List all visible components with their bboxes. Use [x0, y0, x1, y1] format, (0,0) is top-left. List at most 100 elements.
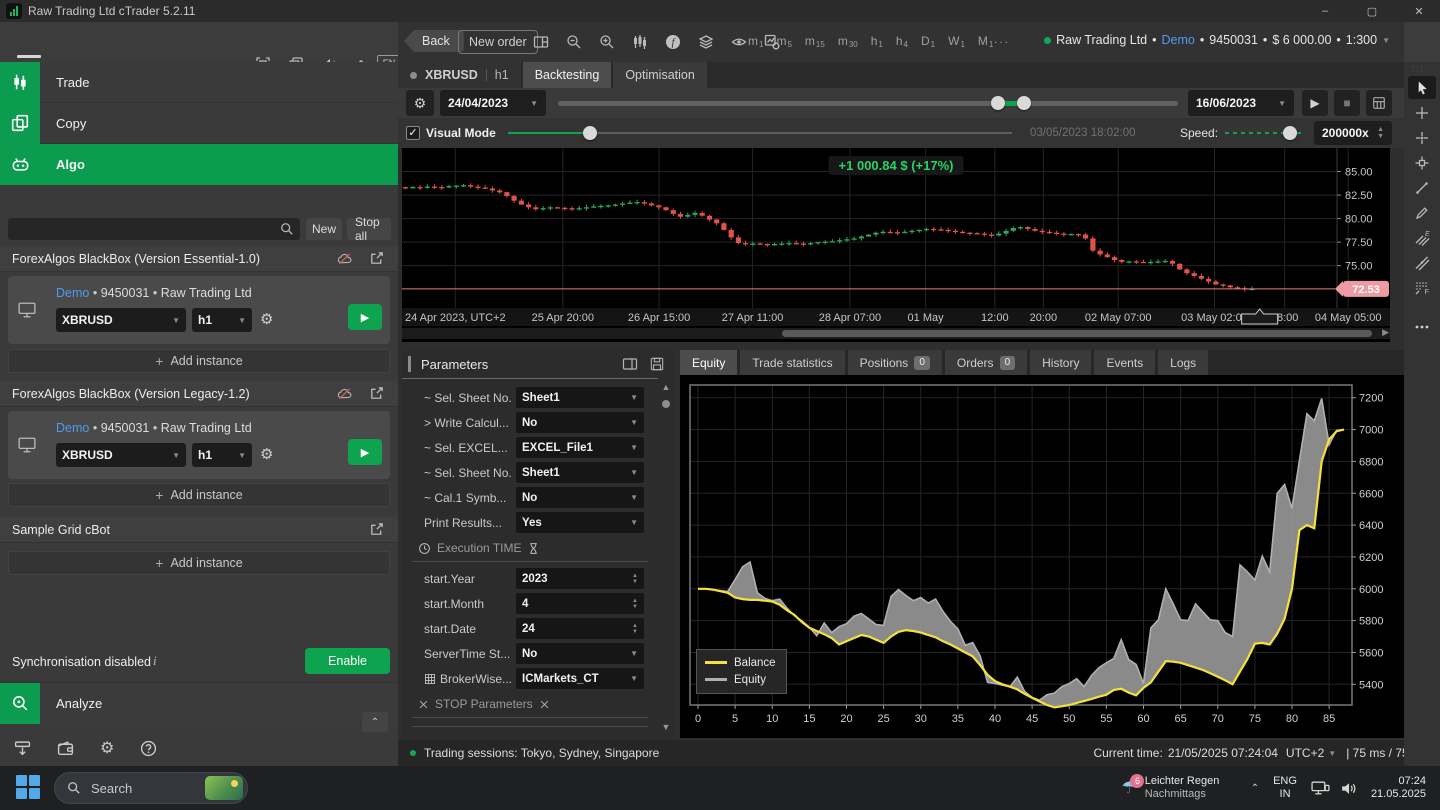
cross-dot-tool-icon[interactable]	[1408, 126, 1436, 149]
tab-history[interactable]: History	[1030, 350, 1091, 375]
fib-tool-icon[interactable]: E	[1408, 226, 1436, 249]
scrollbar-thumb[interactable]	[662, 400, 670, 408]
cbots-search-input[interactable]	[8, 218, 300, 240]
cbot-header[interactable]: Sample Grid cBot	[0, 517, 398, 543]
pattern-f-tool-icon[interactable]: F	[1408, 276, 1436, 299]
start-date-select[interactable]: 24/04/2023▼	[440, 90, 546, 116]
speed-handle[interactable]	[1283, 126, 1297, 140]
parameter-select[interactable]: Sheet1▼	[516, 387, 644, 408]
price-chart[interactable]: 85.0082.5080.0077.5075.0072.5324 Apr 202…	[402, 148, 1390, 342]
clock-widget[interactable]: 07:24 21.05.2025	[1371, 775, 1426, 801]
scroll-down-arrow-icon[interactable]: ▼	[660, 722, 672, 732]
parameters-scrollbar[interactable]: ▲ ▼	[660, 382, 672, 732]
sidebar-item-analyze[interactable]: Analyze	[0, 682, 398, 723]
chart-type-icon[interactable]	[629, 31, 651, 53]
timeframe-h1[interactable]: h1	[871, 34, 883, 48]
cloud-disabled-icon[interactable]	[337, 387, 352, 400]
layout-icon[interactable]	[530, 31, 552, 53]
tab-trade-statistics[interactable]: Trade statistics	[740, 350, 844, 375]
stop-backtest-button[interactable]: ■	[1334, 90, 1360, 116]
multi-trend-tool-icon[interactable]	[1408, 251, 1436, 274]
add-instance-button[interactable]: +Add instance	[8, 349, 390, 373]
collapse-chevron-up-icon[interactable]: ⌃	[362, 712, 388, 732]
new-order-button[interactable]: New order	[458, 30, 538, 54]
close-button[interactable]: ✕	[1399, 0, 1439, 22]
pencil-tool-icon[interactable]	[1408, 201, 1436, 224]
parameter-select[interactable]: No▼	[516, 412, 644, 433]
tab-equity[interactable]: Equity	[680, 350, 737, 375]
weather-text[interactable]: Leichter Regen Nachmittags	[1145, 775, 1237, 801]
progress-slider[interactable]	[508, 132, 1012, 134]
weather-widget[interactable]: ☂ 6	[1121, 778, 1136, 798]
stop-all-button[interactable]: Stop all	[347, 218, 391, 240]
help-icon[interactable]	[140, 740, 157, 757]
range-start-handle[interactable]	[991, 96, 1005, 110]
indicators-icon[interactable]: f	[662, 31, 684, 53]
info-icon[interactable]: i	[153, 653, 157, 669]
scroll-up-arrow-icon[interactable]: ▲	[660, 382, 672, 392]
back-button[interactable]: Back	[404, 30, 464, 52]
symbol-select[interactable]: XBRUSD▼	[56, 308, 186, 332]
wallet-icon[interactable]	[57, 740, 74, 757]
parameter-select[interactable]: EXCEL_File1▼	[516, 437, 644, 458]
tab-backtesting[interactable]: Backtesting	[523, 62, 612, 88]
cross-plus-tool-icon[interactable]	[1408, 101, 1436, 124]
add-instance-button[interactable]: +Add instance	[8, 483, 390, 507]
sidebar-item-trade[interactable]: Trade	[0, 62, 398, 103]
eye-icon[interactable]	[728, 31, 750, 53]
tab-positions[interactable]: Positions0	[848, 350, 942, 375]
timeframe-M1[interactable]: M1	[978, 34, 993, 48]
zoom-in-icon[interactable]	[596, 31, 618, 53]
add-instance-button[interactable]: +Add instance	[8, 551, 390, 575]
cursor-tool-icon[interactable]	[1408, 76, 1436, 99]
instance-settings-gear-icon[interactable]: ⚙	[260, 445, 273, 463]
float-panel-icon[interactable]	[622, 357, 638, 371]
maximize-button[interactable]: ▢	[1352, 0, 1392, 22]
tab-logs[interactable]: Logs	[1158, 350, 1208, 375]
timeframe-W1[interactable]: W1	[948, 34, 965, 48]
new-cbot-button[interactable]: New	[306, 218, 342, 240]
share-icon[interactable]	[369, 251, 384, 266]
sidebar-item-copy[interactable]: Copy	[0, 103, 398, 144]
speed-value-stepper[interactable]: 200000x ▲▼	[1314, 121, 1392, 145]
timeframes-more-button[interactable]: ...	[994, 32, 1010, 46]
save-parameters-icon[interactable]	[650, 357, 664, 371]
account-selector[interactable]: Raw Trading Ltd • Demo • 9450031 • $ 6 0…	[1044, 33, 1390, 47]
timeframe-m15[interactable]: m15	[805, 34, 825, 48]
language-indicator[interactable]: ENG IN	[1273, 775, 1297, 801]
network-icon[interactable]	[1311, 780, 1330, 796]
chart-scrollbar[interactable]: ▶	[402, 328, 1390, 339]
tab-chart-xbrusd[interactable]: XBRUSD h1	[398, 62, 521, 88]
parameter-stepper[interactable]: 24▲▼	[516, 618, 644, 639]
date-range-slider[interactable]	[558, 101, 1178, 106]
start-cbot-button[interactable]: ▶	[348, 304, 382, 330]
parameter-stepper[interactable]: 2023▲▼	[516, 568, 644, 589]
minimize-button[interactable]: –	[1305, 0, 1345, 22]
parameter-select[interactable]: No▼	[516, 643, 644, 664]
cbot-header[interactable]: ForexAlgos BlackBox (Version Legacy-1.2)	[0, 381, 398, 407]
layers-icon[interactable]	[695, 31, 717, 53]
range-end-handle[interactable]	[1017, 96, 1031, 110]
toolbar-drag-handle[interactable]: ··· ···	[1412, 66, 1432, 73]
parameter-select[interactable]: Yes▼	[516, 512, 644, 533]
taskbar-search[interactable]: Search	[54, 772, 248, 804]
deposit-icon[interactable]	[14, 740, 31, 757]
timeframe-select[interactable]: h1▼	[192, 443, 252, 467]
visual-mode-checkbox[interactable]: ✓	[406, 126, 420, 140]
cross-rect-tool-icon[interactable]	[1408, 151, 1436, 174]
sidebar-item-algo[interactable]: Algo	[0, 144, 398, 185]
play-backtest-button[interactable]: ▶	[1302, 90, 1328, 116]
share-icon[interactable]	[369, 522, 384, 537]
tab-orders[interactable]: Orders0	[945, 350, 1027, 375]
start-cbot-button[interactable]: ▶	[348, 439, 382, 465]
timeframe-D1[interactable]: D1	[921, 34, 935, 48]
report-button[interactable]	[1366, 90, 1392, 116]
tab-optimisation[interactable]: Optimisation	[613, 62, 706, 88]
cbot-header[interactable]: ForexAlgos BlackBox (Version Essential-1…	[0, 246, 398, 272]
chart-scrollbar-thumb[interactable]	[782, 330, 1372, 337]
ellipsis-tool-icon[interactable]	[1408, 315, 1436, 338]
speed-slider[interactable]	[1225, 132, 1305, 134]
tray-chevron-up-icon[interactable]: ⌃	[1251, 783, 1259, 794]
parameter-select[interactable]: ICMarkets_CT▼	[516, 668, 644, 689]
backtest-settings-gear-icon[interactable]: ⚙	[406, 90, 434, 116]
